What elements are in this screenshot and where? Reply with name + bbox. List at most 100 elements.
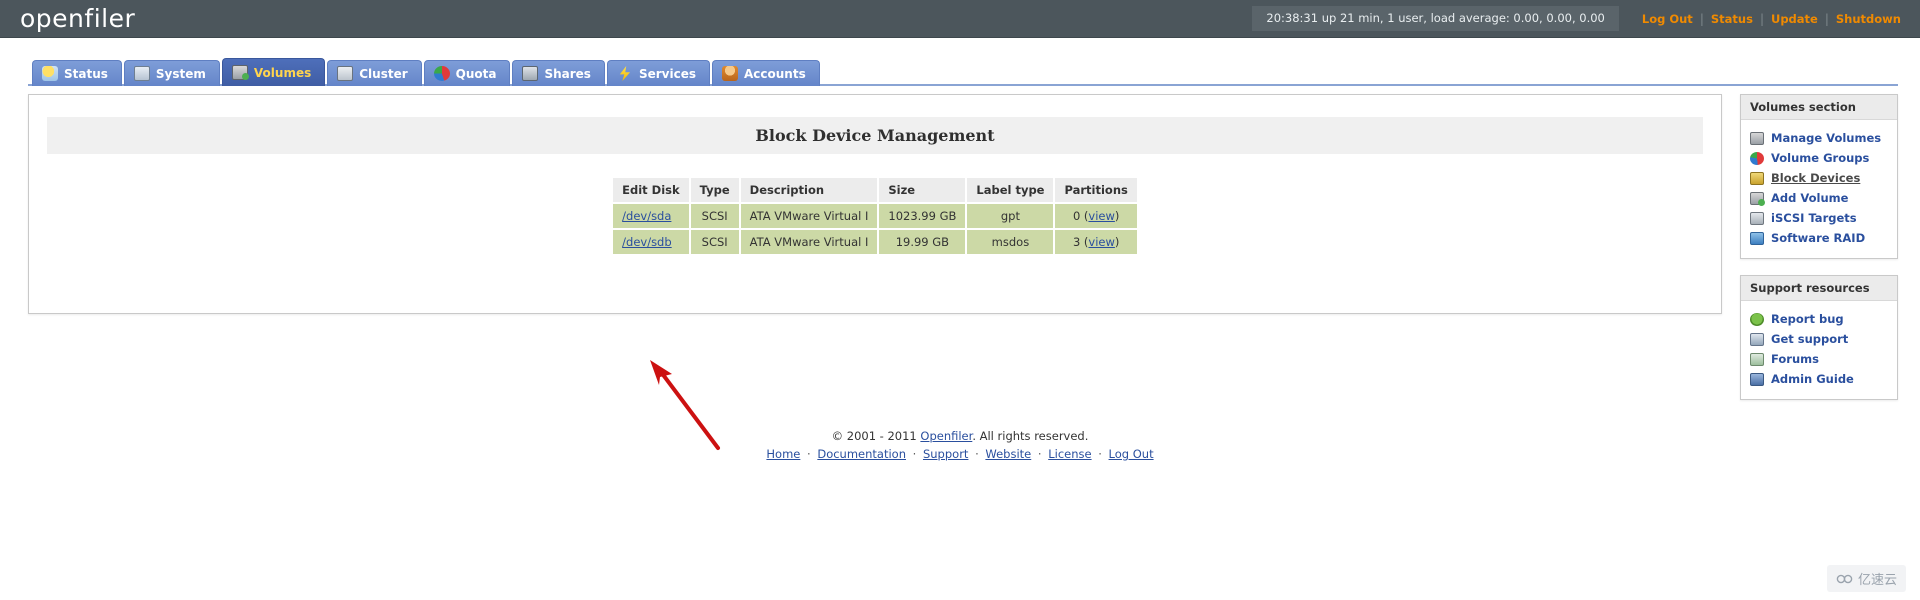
sidebar-item-software-raid[interactable]: Software RAID	[1750, 228, 1888, 248]
footer-link-documentation[interactable]: Documentation	[817, 447, 906, 461]
sidebar-item-label[interactable]: Manage Volumes	[1771, 131, 1881, 145]
support-resources-panel: Support resources Report bug Get support…	[1740, 275, 1898, 400]
manage-volumes-icon	[1750, 131, 1764, 145]
tab-label: Services	[638, 66, 696, 81]
volumes-section-title: Volumes section	[1741, 95, 1897, 120]
tab-quota[interactable]: Quota	[423, 60, 511, 86]
column-header-type: Type	[690, 178, 739, 202]
disk-link-sdb[interactable]: /dev/sdb	[622, 235, 672, 249]
sidebar-item-forums[interactable]: Forums	[1750, 349, 1888, 369]
footer-links: Home · Documentation · Support · Website…	[0, 446, 1920, 464]
tab-system[interactable]: System	[123, 60, 220, 86]
paren-close: )	[1114, 235, 1120, 249]
column-header-label-type: Label type	[967, 178, 1054, 202]
footer-separator: ·	[1037, 446, 1042, 461]
cluster-tab-icon	[337, 66, 354, 81]
system-tab-icon	[133, 66, 150, 81]
view-partitions-link-sdb[interactable]: view	[1088, 235, 1114, 249]
openfiler-link[interactable]: Openfiler	[920, 429, 972, 443]
tab-services[interactable]: Services	[606, 60, 710, 86]
view-partitions-link-sda[interactable]: view	[1088, 209, 1114, 223]
table-row: /dev/sdb SCSI ATA VMware Virtual I 19.99…	[613, 230, 1137, 254]
update-link[interactable]: Update	[1764, 12, 1825, 26]
tab-cluster[interactable]: Cluster	[327, 60, 422, 86]
copyright-line: © 2001 - 2011 Openfiler. All rights rese…	[0, 428, 1920, 446]
sidebar-item-iscsi-targets[interactable]: iSCSI Targets	[1750, 208, 1888, 228]
disk-link-sda[interactable]: /dev/sda	[622, 209, 671, 223]
volume-groups-icon	[1750, 151, 1764, 165]
shutdown-link[interactable]: Shutdown	[1829, 12, 1908, 26]
footer-link-website[interactable]: Website	[985, 447, 1031, 461]
cell-edit-disk: /dev/sdb	[613, 230, 689, 254]
tab-label: Cluster	[359, 66, 408, 81]
cell-label-type: gpt	[967, 204, 1054, 228]
tab-label: Shares	[544, 66, 591, 81]
sidebar-item-label[interactable]: Forums	[1771, 352, 1819, 366]
column-header-edit-disk: Edit Disk	[613, 178, 689, 202]
main-nav-tabs: Status System Volumes Cluster Quota Shar…	[0, 38, 1920, 86]
block-devices-icon	[1750, 171, 1764, 185]
sidebar-item-manage-volumes[interactable]: Manage Volumes	[1750, 128, 1888, 148]
system-status-readout: 20:38:31 up 21 min, 1 user, load average…	[1252, 6, 1619, 31]
cell-description: ATA VMware Virtual I	[740, 204, 878, 228]
tab-label: Status	[64, 66, 108, 81]
sidebar-item-label[interactable]: Get support	[1771, 332, 1848, 346]
block-devices-table: Edit Disk Type Description Size Label ty…	[611, 176, 1139, 256]
cell-label-type: msdos	[967, 230, 1054, 254]
cell-description: ATA VMware Virtual I	[740, 230, 878, 254]
watermark: 亿速云	[1826, 565, 1906, 592]
sidebar-item-label[interactable]: Volume Groups	[1771, 151, 1869, 165]
footer-link-support[interactable]: Support	[923, 447, 968, 461]
copyright-prefix: © 2001 - 2011	[831, 429, 921, 443]
status-tab-icon	[42, 66, 58, 81]
status-link[interactable]: Status	[1704, 12, 1760, 26]
support-resources-title: Support resources	[1741, 276, 1897, 301]
quota-tab-icon	[433, 66, 450, 81]
partition-count: 3	[1072, 235, 1081, 249]
footer-separator: ·	[1098, 446, 1102, 461]
copyright-suffix: . All rights reserved.	[972, 429, 1089, 443]
tab-volumes[interactable]: Volumes	[221, 58, 326, 86]
sidebar-item-volume-groups[interactable]: Volume Groups	[1750, 148, 1888, 168]
sidebar-item-get-support[interactable]: Get support	[1750, 329, 1888, 349]
sidebar-item-label[interactable]: Admin Guide	[1771, 372, 1854, 386]
paren-close: )	[1114, 209, 1120, 223]
sidebar-item-label[interactable]: Software RAID	[1771, 231, 1865, 245]
footer-link-home[interactable]: Home	[766, 447, 800, 461]
iscsi-targets-icon	[1750, 211, 1764, 225]
partition-count: 0	[1072, 209, 1081, 223]
sidebar-item-label[interactable]: Report bug	[1771, 312, 1844, 326]
column-header-size: Size	[879, 178, 966, 202]
top-nav-links: Log Out | Status | Update | Shutdown	[1635, 12, 1908, 26]
footer-separator: ·	[807, 446, 811, 461]
watermark-text: 亿速云	[1857, 573, 1897, 588]
sidebar-item-add-volume[interactable]: Add Volume	[1750, 188, 1888, 208]
footer-separator: ·	[912, 446, 917, 461]
tab-label: Accounts	[743, 66, 806, 81]
tab-status[interactable]: Status	[32, 60, 122, 86]
tab-shares[interactable]: Shares	[512, 60, 605, 86]
column-header-description: Description	[740, 178, 878, 202]
volumes-tab-icon	[231, 65, 249, 80]
tab-accounts[interactable]: Accounts	[711, 60, 820, 86]
footer-separator: ·	[975, 446, 979, 461]
cell-type: SCSI	[690, 230, 739, 254]
forums-icon	[1750, 352, 1764, 366]
cell-size: 1023.99 GB	[879, 204, 966, 228]
sidebar-item-report-bug[interactable]: Report bug	[1750, 309, 1888, 329]
services-tab-icon	[619, 66, 631, 81]
volumes-section-panel: Volumes section Manage Volumes Volume Gr…	[1740, 94, 1898, 259]
sidebar-item-label[interactable]: iSCSI Targets	[1771, 211, 1857, 225]
logout-link[interactable]: Log Out	[1635, 12, 1700, 26]
sidebar-item-label[interactable]: Add Volume	[1771, 191, 1848, 205]
accounts-tab-icon	[721, 66, 738, 81]
footer-link-license[interactable]: License	[1048, 447, 1091, 461]
cloud-icon	[1836, 574, 1853, 583]
sidebar-item-block-devices[interactable]: Block Devices	[1750, 168, 1888, 188]
footer-link-logout[interactable]: Log Out	[1109, 447, 1154, 461]
get-support-icon	[1750, 332, 1764, 346]
cell-type: SCSI	[690, 204, 739, 228]
page-title-bar: Block Device Management	[47, 117, 1703, 154]
top-bar-right: 20:38:31 up 21 min, 1 user, load average…	[1252, 6, 1920, 31]
sidebar-item-admin-guide[interactable]: Admin Guide	[1750, 369, 1888, 389]
